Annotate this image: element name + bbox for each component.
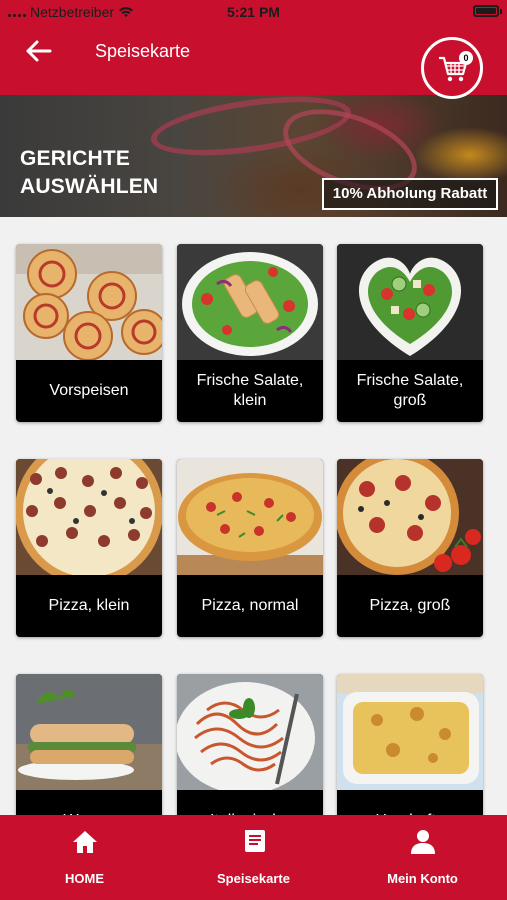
category-card-pizza-normal[interactable]: Pizza, normal [177,459,323,637]
banner-title-line2: AUSWÄHLEN [20,175,159,198]
warm-sandwich-image [16,674,162,790]
appetizer-image [16,244,162,360]
pickup-discount-badge: 10% Abholung Rabatt [322,178,498,210]
banner-title: GERICHTE AUSWÄHLEN [20,145,158,201]
normal-pizza-image [177,459,323,575]
category-label: Frische Salate, groß [356,372,464,409]
category-label: Frische Salate, klein [196,372,304,409]
home-icon [73,831,97,853]
category-card-salate-klein[interactable]: Frische Salate, klein [177,244,323,422]
category-grid: Vorspeisen Frische Salate, klein Frische… [0,217,507,817]
large-salad-image [337,244,483,360]
category-card-warme[interactable]: Warme [16,674,162,817]
app-header: Netzbetreiber 5:21 PM Speisekarte 0 [0,0,507,99]
category-card-italienische[interactable]: Italienische [177,674,323,817]
category-label: Pizza, klein [48,597,130,614]
banner-title-line1: GERICHTE [20,147,131,170]
category-card-salate-gross[interactable]: Frische Salate, groß [337,244,483,422]
category-label: Pizza, groß [369,597,451,614]
bottom-navigation: HOME Speisekarte Mein Konto [0,815,507,900]
pasta-image [177,674,323,790]
category-card-vorspeisen[interactable]: Vorspeisen [16,244,162,422]
large-pizza-image [337,459,483,575]
category-label: Vorspeisen [49,382,129,399]
category-label: Pizza, normal [201,597,299,614]
status-bar: Netzbetreiber 5:21 PM [0,0,507,24]
battery-icon [473,5,502,17]
nav-mein-konto[interactable]: Mein Konto [338,815,507,900]
clock: 5:21 PM [227,4,280,20]
category-card-pizza-gross[interactable]: Pizza, groß [337,459,483,637]
small-salad-image [177,244,323,360]
small-pizza-image [16,459,162,575]
cart-button[interactable]: 0 [421,37,483,99]
back-arrow-icon [26,40,52,62]
category-card-herzhafte[interactable]: Herzhafte [337,674,483,817]
nav-mein-konto-label: Mein Konto [387,871,458,886]
nav-home[interactable]: HOME [0,815,169,900]
category-label: Italienische [177,790,323,817]
menu-book-icon [245,830,265,852]
casserole-image [337,674,483,790]
nav-speisekarte-label: Speisekarte [217,871,290,886]
page-title: Speisekarte [95,41,191,61]
category-card-pizza-klein[interactable]: Pizza, klein [16,459,162,637]
category-label: Herzhafte [337,790,483,817]
back-button[interactable] [24,38,54,64]
category-label: Warme [16,790,162,817]
cart-count-badge: 0 [459,51,473,65]
nav-speisekarte[interactable]: Speisekarte [169,815,338,900]
person-icon [411,830,435,854]
nav-home-label: HOME [65,871,104,886]
